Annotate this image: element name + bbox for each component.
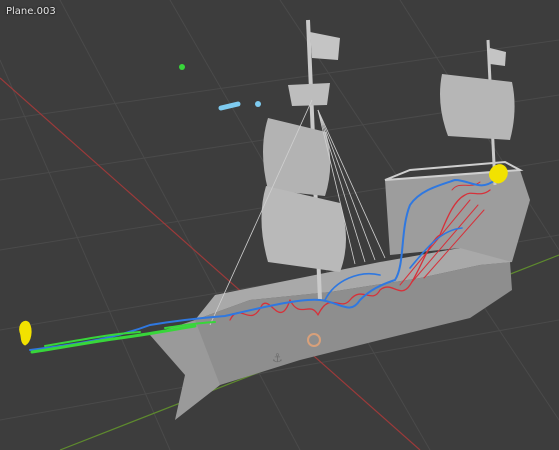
yellow-blob-bow (19, 320, 32, 346)
cyan-stroke (218, 101, 241, 111)
x-axis-line (0, 77, 421, 450)
upper-sail (263, 118, 331, 196)
main-flag (310, 32, 340, 60)
viewport-scene[interactable]: ⚓ (0, 0, 559, 450)
rear-flag (490, 48, 506, 66)
yellow-blob-stern (489, 164, 508, 184)
crows-nest (288, 83, 330, 106)
active-object-label: Plane.003 (6, 6, 56, 17)
anchor-icon: ⚓ (272, 351, 283, 365)
3d-viewport[interactable]: ⚓ Plane.003 (0, 0, 559, 450)
green-point (179, 64, 185, 70)
lower-sail (261, 186, 346, 272)
pirate-ship-model[interactable]: ⚓ (150, 19, 530, 420)
rear-sail (440, 74, 515, 140)
cyan-point (255, 101, 261, 107)
